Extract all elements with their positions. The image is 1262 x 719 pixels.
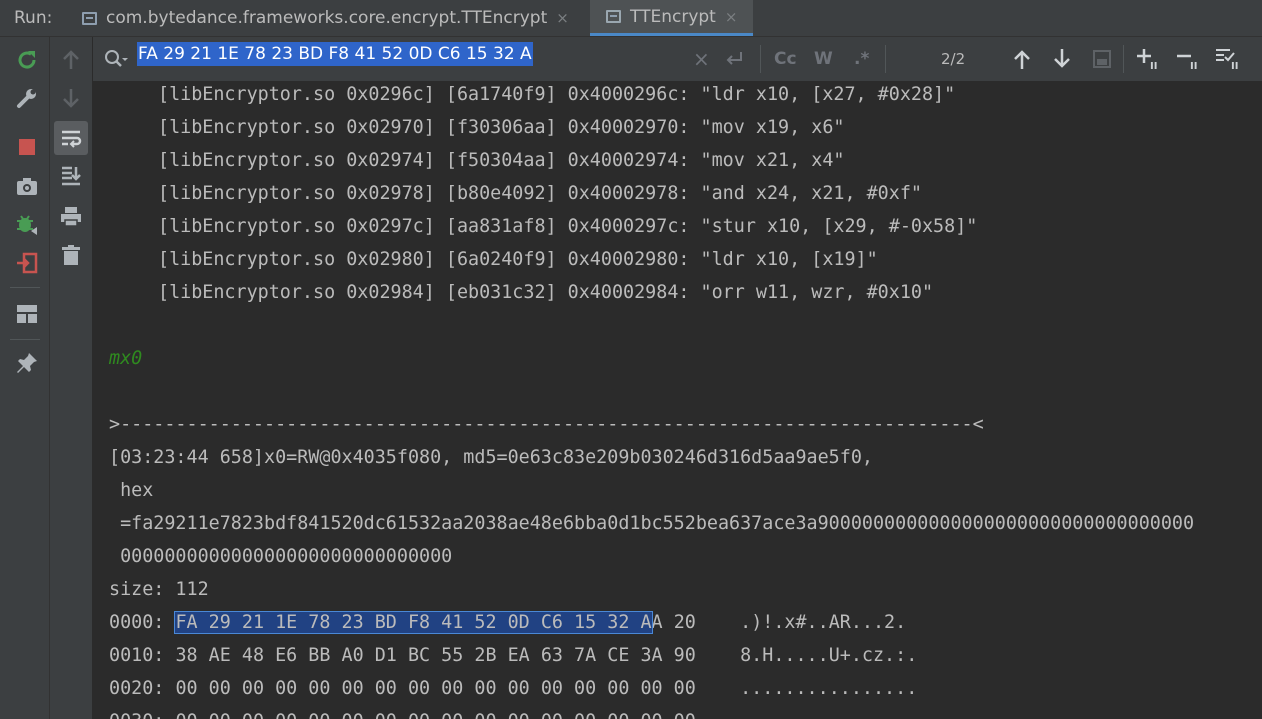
run-label: Run: xyxy=(14,8,53,28)
register-label: mx0 xyxy=(109,348,143,369)
tab-label: com.bytedance.frameworks.core.encrypt.TT… xyxy=(106,8,548,28)
dump-bytes: A 20 .)!.x#..AR...2. xyxy=(651,612,907,633)
rerun-icon[interactable] xyxy=(12,45,42,75)
console-output[interactable]: [libEncryptor.so 0x0296c] [6a1740f9] 0x4… xyxy=(93,81,1262,719)
dump-offset: 0010: xyxy=(109,645,176,666)
console-icon xyxy=(82,11,97,25)
dump-offset: 0020: xyxy=(109,678,176,699)
console-icon xyxy=(606,10,621,23)
run-tab-bar: Run: com.bytedance.frameworks.core.encry… xyxy=(0,0,1262,37)
search-divider xyxy=(1123,45,1124,73)
tab-ttencrypt[interactable]: TTEncrypt × xyxy=(590,0,754,36)
toolbar-divider xyxy=(10,287,40,288)
layout-icon[interactable] xyxy=(12,299,42,329)
match-case-button[interactable]: Cc xyxy=(774,47,797,71)
print-icon[interactable] xyxy=(56,202,86,232)
toolbar-divider xyxy=(10,339,40,340)
dump-bytes: 38 AE 48 E6 BB A0 D1 BC 55 2B EA 63 7A C… xyxy=(175,645,918,666)
hex-value-line: 000000000000000000000000000000 xyxy=(109,546,453,567)
dump-row: 0010: 38 AE 48 E6 BB A0 D1 BC 55 2B EA 6… xyxy=(109,642,917,675)
match-count: 2/2 xyxy=(941,50,966,68)
svg-text:II: II xyxy=(1190,61,1197,71)
dump-bytes: 00 00 00 00 00 00 00 00 00 00 00 00 00 0… xyxy=(175,711,917,719)
search-input[interactable]: FA 29 21 1E 78 23 BD F8 41 52 0D C6 15 3… xyxy=(137,42,533,66)
debug-bug-icon[interactable] xyxy=(12,210,42,240)
trace-line: [libEncryptor.so 0x02974] [f50304aa] 0x4… xyxy=(158,150,845,171)
camera-icon[interactable] xyxy=(12,171,42,201)
separator-line: >---------------------------------------… xyxy=(109,414,984,435)
remove-occurrence-icon[interactable]: II xyxy=(1176,47,1202,71)
close-icon[interactable]: × xyxy=(725,8,738,26)
trash-icon[interactable] xyxy=(56,240,86,270)
search-query: FA 29 21 1E 78 23 BD F8 41 52 0D C6 15 3… xyxy=(137,42,533,66)
search-icon[interactable] xyxy=(104,49,128,73)
trace-line: [libEncryptor.so 0x02980] [6a0240f9] 0x4… xyxy=(158,249,878,270)
dump-row: 0000: FA 29 21 1E 78 23 BD F8 41 52 0D C… xyxy=(109,609,906,642)
search-divider xyxy=(760,45,761,73)
find-bar: FA 29 21 1E 78 23 BD F8 41 52 0D C6 15 3… xyxy=(93,37,1262,82)
trace-line: [libEncryptor.so 0x0296c] [6a1740f9] 0x4… xyxy=(158,84,956,105)
trace-line: [libEncryptor.so 0x02970] [f30306aa] 0x4… xyxy=(158,117,845,138)
hex-label: hex xyxy=(109,480,154,501)
hex-value-line: =fa29211e7823bdf841520dc61532aa2038ae48e… xyxy=(109,513,1195,534)
svg-text:II: II xyxy=(1150,61,1157,71)
add-occurrence-icon[interactable]: II xyxy=(1136,47,1162,71)
tab-ttencrypt-class[interactable]: com.bytedance.frameworks.core.encrypt.TT… xyxy=(82,0,569,36)
next-occurrence-icon[interactable] xyxy=(1053,47,1071,71)
run-toolbar xyxy=(0,37,50,719)
exit-icon[interactable] xyxy=(12,248,42,278)
svg-text:II: II xyxy=(1231,61,1238,71)
close-icon[interactable]: × xyxy=(556,9,569,27)
dump-bytes: 00 00 00 00 00 00 00 00 00 00 00 00 00 0… xyxy=(175,678,918,699)
trace-line: [libEncryptor.so 0x02978] [b80e4092] 0x4… xyxy=(158,183,922,204)
newline-icon[interactable] xyxy=(724,47,744,71)
pin-icon[interactable] xyxy=(12,348,42,378)
trace-line: [libEncryptor.so 0x0297c] [aa831af8] 0x4… xyxy=(158,216,978,237)
previous-occurrence-icon[interactable] xyxy=(1013,47,1031,71)
search-divider xyxy=(885,45,886,73)
up-arrow-icon[interactable] xyxy=(56,45,86,75)
memory-info-line: [03:23:44 658]x0=RW@0x4035f080, md5=0e63… xyxy=(109,447,873,468)
dump-offset: 0030: xyxy=(109,711,175,719)
dump-row: 0030: 00 00 00 00 00 00 00 00 00 00 00 0… xyxy=(109,708,917,719)
clear-search-icon[interactable]: × xyxy=(693,47,710,71)
scroll-to-end-icon[interactable] xyxy=(56,161,86,191)
tab-label: TTEncrypt xyxy=(630,6,716,27)
filter-results-icon[interactable] xyxy=(1093,47,1111,71)
trace-line: [libEncryptor.so 0x02984] [eb031c32] 0x4… xyxy=(158,282,934,303)
regex-button[interactable]: .* xyxy=(854,47,869,71)
words-button[interactable]: W xyxy=(814,47,833,71)
wrench-icon[interactable] xyxy=(12,83,42,113)
search-match-highlight: FA 29 21 1E 78 23 BD F8 41 52 0D C6 15 3… xyxy=(174,611,653,634)
down-arrow-icon[interactable] xyxy=(56,83,86,113)
stop-icon[interactable] xyxy=(12,132,42,162)
dump-row: 0020: 00 00 00 00 00 00 00 00 00 00 00 0… xyxy=(109,675,917,708)
soft-wrap-icon[interactable] xyxy=(54,121,88,155)
dump-offset: 0000: xyxy=(109,612,176,633)
console-toolbar xyxy=(50,37,93,719)
size-line: size: 112 xyxy=(109,579,209,600)
select-all-occurrences-icon[interactable]: II xyxy=(1215,47,1243,71)
